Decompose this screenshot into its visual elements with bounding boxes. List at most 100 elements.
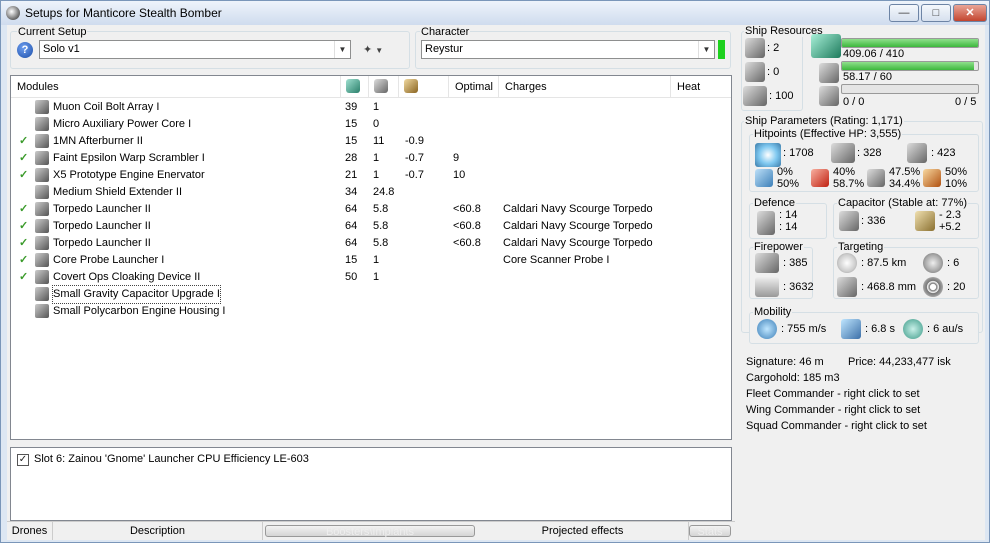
signature-radius: Signature: 46 m <box>746 356 824 368</box>
module-cpu: 15 <box>345 135 358 147</box>
module-name: Muon Coil Bolt Array I <box>53 101 160 113</box>
maximize-button[interactable]: □ <box>921 4 951 22</box>
col-cpu[interactable] <box>341 76 369 98</box>
enabled-check-icon[interactable]: ✓ <box>19 235 28 252</box>
powergrid-icon <box>819 63 839 83</box>
close-button[interactable]: ✕ <box>953 4 987 22</box>
enabled-check-icon[interactable]: ✓ <box>19 218 28 235</box>
align-time: : 6.8 s <box>865 323 895 335</box>
module-row[interactable]: ✓ Faint Epsilon Warp Scrambler I 28 1 -0.7 9 <box>11 150 731 167</box>
module-row[interactable]: Small Polycarbon Engine Housing I <box>11 303 731 320</box>
squad-commander[interactable]: Squad Commander - right click to set <box>746 420 927 432</box>
tab-stats[interactable]: Stats <box>689 525 731 538</box>
description-panel: ✓ Slot 6: Zainou 'Gnome' Launcher CPU Ef… <box>10 447 732 521</box>
module-row[interactable]: Medium Shield Extender II 34 24.8 <box>11 184 731 201</box>
col-heat[interactable]: Heat <box>671 76 729 98</box>
setup-menu-button[interactable]: ✦ ▼ <box>363 42 393 58</box>
powergrid-bar-fill <box>842 62 974 70</box>
hitpoints-label: Hitpoints (Effective HP: 3,555) <box>753 128 903 140</box>
module-row[interactable]: ✓ X5 Prototype Engine Enervator 21 1 -0.7 10 <box>11 167 731 184</box>
character-status-indicator <box>718 40 725 59</box>
firepower-dps: : 385 <box>783 257 808 269</box>
hull-icon <box>907 143 927 163</box>
enabled-check-icon[interactable]: ✓ <box>19 167 28 184</box>
module-row[interactable]: ✓ Torpedo Launcher II 64 5.8 <60.8 Caldari Na… <box>11 201 731 218</box>
module-list-header: Modules Optimal Charges Heat <box>11 76 731 98</box>
title-bar[interactable]: Setups for Manticore Stealth Bomber — □ … <box>1 1 989 25</box>
wing-commander[interactable]: Wing Commander - right click to set <box>746 404 920 416</box>
firepower-volley: : 3632 <box>783 281 814 293</box>
help-icon[interactable]: ? <box>17 42 33 58</box>
capacitor-recharge-icon <box>915 211 935 231</box>
window-title: Setups for Manticore Stealth Bomber <box>25 6 222 20</box>
description-checkbox[interactable]: ✓ <box>17 454 29 466</box>
col-charges[interactable]: Charges <box>499 76 671 98</box>
tab-drones[interactable]: Drones <box>7 522 53 540</box>
col-power[interactable] <box>369 76 399 98</box>
scan-resolution: : 468.8 mm <box>861 281 917 293</box>
col-capacitor[interactable] <box>399 76 449 98</box>
module-cap: -0.7 <box>405 169 424 181</box>
enabled-check-icon[interactable]: ✓ <box>19 252 28 269</box>
max-targets-icon <box>923 253 943 273</box>
shield-hp: : 1708 <box>783 147 814 159</box>
turret-slots: : 2 <box>767 42 780 54</box>
module-row[interactable]: ✓ Core Probe Launcher I 15 1 Core Scanner Pr… <box>11 252 731 269</box>
col-modules[interactable]: Modules <box>11 76 341 98</box>
rig-slots: 0 / 5 <box>955 96 977 108</box>
module-row[interactable]: ✓ Torpedo Launcher II 64 5.8 <60.8 Caldari Na… <box>11 218 731 235</box>
setup-select[interactable]: Solo v1 ▼ <box>39 40 351 59</box>
capacitor-label: Capacitor (Stable at: 77%) <box>837 197 969 209</box>
enabled-check-icon[interactable]: ✓ <box>19 133 28 150</box>
module-row[interactable]: Micro Auxiliary Power Core I 15 0 <box>11 116 731 133</box>
shield-icon <box>755 143 781 167</box>
cpu-value: 409.06 / 410 <box>843 48 905 60</box>
em-resist-icon <box>755 169 773 187</box>
setup-select-value: Solo v1 <box>43 43 80 55</box>
module-row[interactable]: Muon Coil Bolt Array I 39 1 <box>11 99 731 116</box>
module-charges: Caldari Navy Scourge Torpedo <box>503 203 653 215</box>
module-name: Torpedo Launcher II <box>53 237 151 249</box>
module-cpu: 28 <box>345 152 358 164</box>
module-cap: -0.9 <box>405 135 424 147</box>
hull-hp: : 423 <box>931 147 956 159</box>
warp-speed: : 6 au/s <box>927 323 964 335</box>
launcher-icon <box>745 62 765 82</box>
tab-boosters-implants[interactable]: Boosters\Implants <box>265 525 475 538</box>
module-row[interactable]: Small Gravity Capacitor Upgrade I <box>11 285 731 304</box>
stats-panel: Ship Resources : 2 : 0 : 100 409.06 / 41… <box>739 25 985 540</box>
capacitor-icon <box>404 79 418 93</box>
defence-label: Defence <box>753 197 796 209</box>
ship-price: Price: 44,233,477 isk <box>848 356 951 368</box>
module-row[interactable]: ✓ Torpedo Launcher II 64 5.8 <60.8 Caldari Na… <box>11 235 731 252</box>
fleet-commander[interactable]: Fleet Commander - right click to set <box>746 388 920 400</box>
capacitor-amount: : 336 <box>861 215 886 227</box>
module-power: 11 <box>373 135 385 147</box>
module-power: 5.8 <box>373 237 389 249</box>
calibration-value: 0 / 0 <box>843 96 865 108</box>
module-icon <box>35 168 49 182</box>
module-icon <box>35 134 49 148</box>
module-row[interactable]: ✓ 1MN Afterburner II 15 11 -0.9 <box>11 133 731 150</box>
kinetic-resist-shield: 47.5% <box>889 166 921 178</box>
minimize-button[interactable]: — <box>889 4 919 22</box>
tab-projected-effects[interactable]: Projected effects <box>477 522 689 540</box>
col-optimal[interactable]: Optimal <box>449 76 499 98</box>
module-power: 24.8 <box>373 186 395 198</box>
character-label: Character <box>420 26 471 38</box>
drone-bay: : 100 <box>769 90 794 102</box>
enabled-check-icon[interactable]: ✓ <box>19 201 28 218</box>
enabled-check-icon[interactable]: ✓ <box>19 150 28 167</box>
module-name: Medium Shield Extender II <box>53 186 183 198</box>
module-list[interactable]: Modules Optimal Charges Heat Muon Coil B… <box>10 75 732 440</box>
dps-icon <box>755 253 779 273</box>
capacitor-recharge: +5.2 <box>939 221 961 233</box>
calibration-icon <box>819 86 839 106</box>
thermal-resist-armor: 58.7% <box>833 178 865 190</box>
module-row[interactable]: ✓ Covert Ops Cloaking Device II 50 1 <box>11 269 731 286</box>
warp-speed-icon <box>903 319 923 339</box>
tab-description[interactable]: Description <box>53 522 263 540</box>
powergrid-value: 58.17 / 60 <box>843 71 892 83</box>
enabled-check-icon[interactable]: ✓ <box>19 269 28 286</box>
character-select[interactable]: Reystur ▼ <box>421 40 715 59</box>
